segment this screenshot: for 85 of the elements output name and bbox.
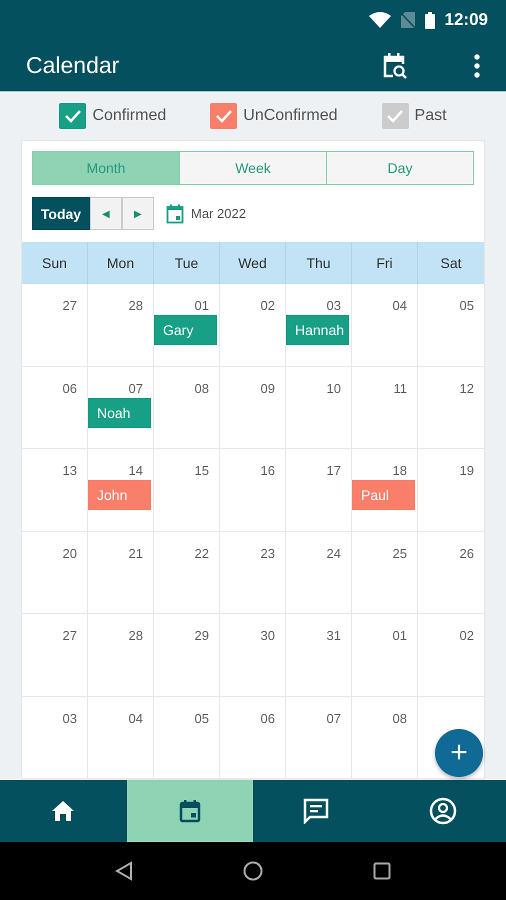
view-tab[interactable]: Month	[33, 152, 180, 184]
today-button[interactable]: Today	[32, 197, 90, 230]
day-number: 07	[128, 380, 143, 396]
day-number: 30	[260, 628, 275, 643]
day-number: 25	[392, 546, 407, 560]
checkmark-icon	[64, 109, 82, 123]
next-button[interactable]: ▶	[122, 197, 154, 230]
day-number: 09	[260, 380, 275, 396]
event-chip[interactable]: Gary	[154, 315, 217, 345]
day-number: 02	[260, 298, 275, 313]
chat-icon	[303, 798, 330, 824]
day-number: 10	[326, 380, 341, 396]
day-number: 23	[260, 546, 275, 560]
day-number: 13	[62, 463, 77, 478]
day-number: 27	[62, 298, 77, 313]
event-chip[interactable]: John	[88, 480, 151, 510]
day-number: 05	[194, 710, 209, 726]
legend-label: UnConfirmed	[243, 107, 338, 125]
checkbox[interactable]	[59, 103, 86, 129]
event-chip[interactable]: Paul	[352, 480, 415, 510]
calendar-icon	[178, 799, 201, 823]
day-number: 17	[326, 463, 341, 478]
app-title: Calendar	[26, 52, 120, 79]
more-icon[interactable]	[474, 54, 480, 78]
legend-label: Confirmed	[92, 107, 166, 125]
month-label: Mar 2022	[191, 206, 246, 221]
day-number: 26	[460, 546, 474, 560]
day-number: 22	[194, 546, 209, 560]
day-number: 05	[460, 298, 474, 313]
day-number: 03	[326, 298, 341, 313]
day-number: 11	[394, 380, 407, 396]
back-icon[interactable]	[115, 861, 133, 881]
calendar-search-icon[interactable]	[382, 52, 408, 80]
day-number: 31	[326, 628, 341, 643]
weekday-header: Wed	[220, 242, 286, 284]
day-number: 28	[128, 628, 143, 643]
day-number: 14	[128, 463, 143, 478]
battery-icon	[424, 12, 435, 28]
day-number: 08	[392, 710, 407, 726]
weekday-header: Fri	[352, 242, 418, 284]
day-number: 15	[194, 463, 209, 478]
recents-icon[interactable]	[373, 862, 391, 880]
day-number: 03	[62, 710, 77, 726]
weekday-header: Mon	[88, 242, 154, 284]
day-number: 07	[326, 710, 341, 726]
weekday-header: Sat	[418, 242, 484, 284]
day-number: 06	[260, 710, 275, 726]
day-number: 01	[392, 628, 407, 643]
day-number: 18	[392, 463, 407, 478]
day-number: 01	[194, 298, 209, 313]
view-tab[interactable]: Week	[180, 152, 327, 184]
status-time: 12:09	[444, 10, 488, 30]
event-chip[interactable]: Noah	[88, 398, 151, 428]
view-tab[interactable]: Day	[327, 152, 473, 184]
day-number: 27	[62, 628, 77, 643]
day-number: 06	[62, 380, 77, 396]
previous-button[interactable]: ◀	[90, 197, 122, 230]
day-number: 16	[260, 463, 275, 478]
legend-label: Past	[414, 107, 447, 125]
day-number: 04	[128, 710, 143, 726]
day-number: 24	[326, 546, 341, 560]
no-sim-icon	[400, 12, 415, 28]
day-number: 29	[194, 628, 209, 643]
profile-icon	[428, 797, 457, 825]
day-number: 19	[460, 463, 474, 478]
event-chip[interactable]: Hannah	[286, 315, 349, 345]
checkbox[interactable]	[210, 103, 238, 129]
calendar-icon	[166, 204, 184, 224]
home-button-icon[interactable]	[243, 861, 263, 881]
day-number: 28	[128, 298, 143, 313]
nav-tab[interactable]	[126, 780, 253, 842]
day-number: 08	[194, 380, 209, 396]
checkbox[interactable]	[382, 103, 409, 129]
day-number: 21	[128, 546, 143, 560]
day-number: 04	[392, 298, 407, 313]
day-number: 02	[460, 628, 474, 643]
day-number: 20	[62, 546, 77, 560]
wifi-icon	[368, 12, 391, 28]
checkmark-icon	[214, 109, 233, 123]
checkmark-icon	[386, 109, 404, 123]
weekday-header: Thu	[286, 242, 352, 284]
home-icon	[51, 800, 76, 822]
weekday-header: Tue	[154, 242, 220, 284]
weekday-header: Sun	[22, 242, 88, 284]
day-number: 12	[460, 380, 474, 396]
